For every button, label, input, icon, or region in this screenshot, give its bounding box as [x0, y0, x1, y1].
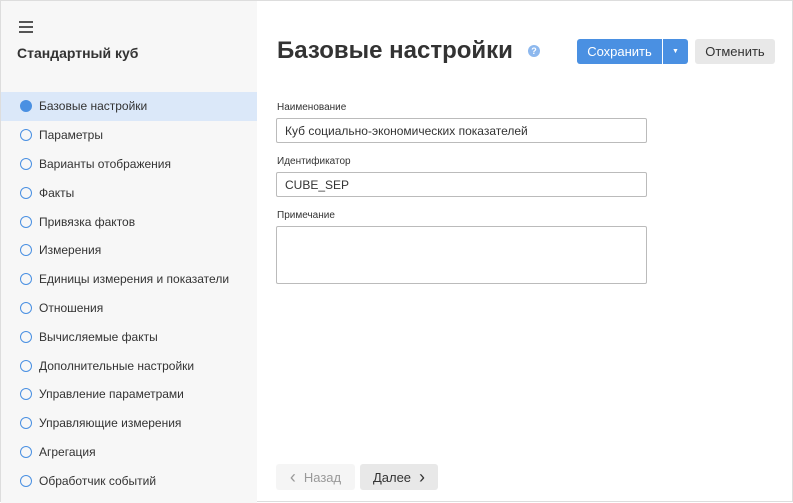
next-button[interactable]: Далее › — [360, 464, 438, 490]
sidebar-item-label: Параметры — [39, 128, 103, 143]
step-radio-icon — [20, 359, 32, 372]
note-label: Примечание — [277, 210, 335, 221]
sidebar-item[interactable]: Управляющие измерения — [1, 409, 257, 438]
sidebar-item[interactable]: Привязка фактов — [1, 207, 257, 236]
step-radio-icon — [20, 388, 32, 401]
sidebar-item-label: Управление параметрами — [39, 387, 184, 402]
id-label: Идентификатор — [277, 156, 351, 167]
step-radio-icon — [20, 100, 32, 113]
sidebar-item-label: Дополнительные настройки — [39, 358, 195, 373]
step-radio-icon — [20, 244, 32, 257]
sidebar-item[interactable]: Вычисляемые факты — [1, 322, 257, 351]
sidebar-item[interactable]: Управление параметрами — [1, 380, 257, 409]
sidebar-item-label: Вычисляемые факты — [39, 329, 158, 344]
sidebar-item-label: Варианты отображения — [39, 156, 172, 171]
sidebar: Стандартный куб Базовые настройки Парамет… — [1, 1, 257, 503]
step-radio-icon — [20, 215, 32, 228]
sidebar-item-label: Обработчик событий — [39, 473, 157, 488]
sidebar-item[interactable]: Обработчик событий — [1, 466, 257, 495]
step-radio-icon — [20, 129, 32, 142]
step-radio-icon — [20, 301, 32, 314]
sidebar-item-label: Базовые настройки — [39, 99, 148, 114]
step-radio-icon — [20, 273, 32, 286]
sidebar-item[interactable]: Дополнительные настройки — [1, 351, 257, 380]
sidebar-item[interactable]: Агрегация — [1, 438, 257, 467]
step-radio-icon — [20, 474, 32, 487]
sidebar-item-label: Единицы измерения и показатели — [39, 272, 230, 287]
sidebar-item-label: Измерения — [39, 243, 102, 258]
name-label: Наименование — [277, 102, 347, 113]
page-title: Базовые настройки — [277, 37, 513, 64]
back-label: Назад — [303, 469, 342, 485]
sidebar-item-label: Управляющие измерения — [39, 416, 182, 431]
sidebar-item-label: Факты — [39, 185, 75, 200]
sidebar-title: Стандартный куб — [17, 45, 139, 61]
save-dropdown-button[interactable]: ▼ — [663, 39, 688, 64]
step-radio-icon — [20, 157, 32, 170]
cancel-button[interactable]: Отменить — [695, 39, 775, 64]
sidebar-item-label: Отношения — [39, 300, 104, 315]
step-radio-icon — [20, 417, 32, 430]
name-input[interactable]: Куб социально-экономических показателей — [276, 118, 647, 143]
hamburger-menu-icon[interactable] — [19, 21, 33, 33]
sidebar-item-label: Привязка фактов — [39, 214, 136, 229]
sidebar-item[interactable]: Отношения — [1, 294, 257, 323]
step-radio-icon — [20, 330, 32, 343]
sidebar-item[interactable]: Параметры — [1, 121, 257, 150]
next-label: Далее — [372, 469, 412, 485]
help-icon[interactable]: ? — [528, 45, 540, 57]
back-button[interactable]: ‹ Назад — [276, 464, 355, 490]
sidebar-item[interactable]: Варианты отображения — [1, 150, 257, 179]
wizard-steps: Базовые настройки Параметры Варианты отобр… — [1, 92, 257, 495]
note-textarea[interactable] — [276, 226, 647, 284]
sidebar-item[interactable]: Базовые настройки — [1, 92, 257, 121]
sidebar-item-label: Агрегация — [39, 444, 96, 459]
step-radio-icon — [20, 186, 32, 199]
sidebar-item[interactable]: Измерения — [1, 236, 257, 265]
sidebar-item[interactable]: Факты — [1, 178, 257, 207]
chevron-right-icon: › — [419, 466, 426, 487]
chevron-left-icon: ‹ — [289, 466, 296, 487]
id-input[interactable]: CUBE_SEP — [276, 172, 647, 197]
step-radio-icon — [20, 445, 32, 458]
save-button[interactable]: Сохранить — [577, 39, 662, 64]
sidebar-item[interactable]: Единицы измерения и показатели — [1, 265, 257, 294]
